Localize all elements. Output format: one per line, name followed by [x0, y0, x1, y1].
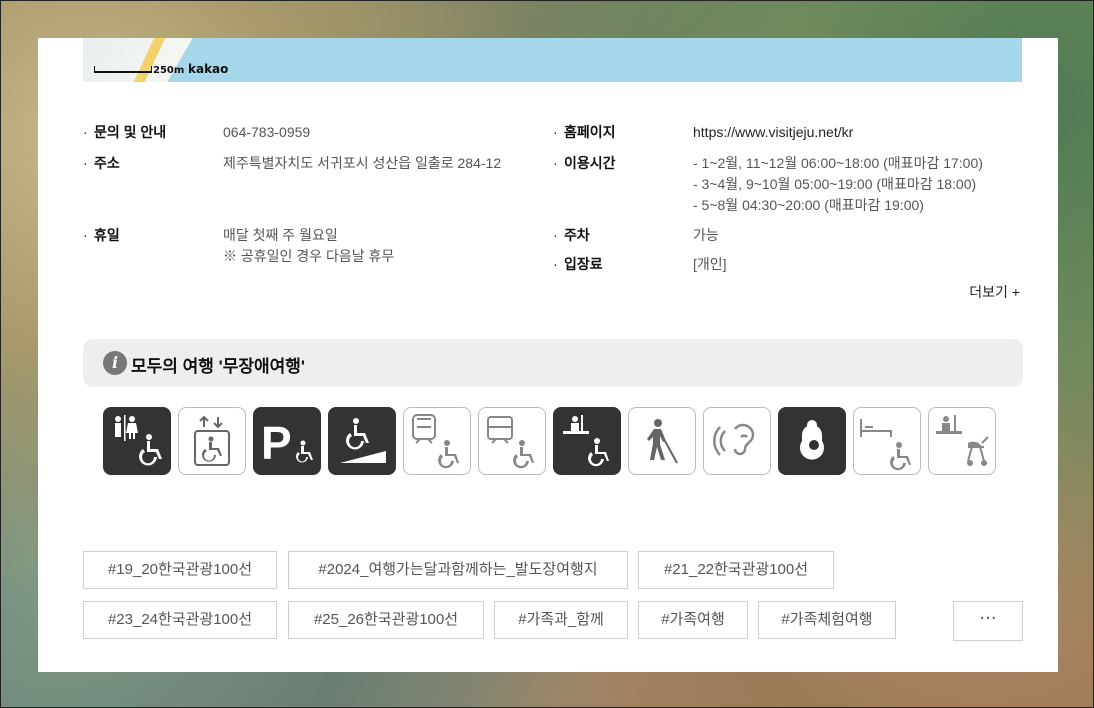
map-provider-logo: kakao	[188, 62, 229, 76]
accessibility-title: 모두의 여행 '무장애여행'	[131, 357, 305, 376]
tag-chip[interactable]: #25_26한국관광100선	[288, 601, 484, 639]
wheelchair-ramp-icon	[328, 407, 396, 475]
accessibility-header: i 모두의 여행 '무장애여행'	[83, 339, 1023, 387]
tags-more-button[interactable]: ···	[953, 601, 1023, 641]
accessible-elevator-icon	[178, 407, 246, 475]
accessible-bus-icon	[478, 407, 546, 475]
tag-chip[interactable]: #2024_여행가는달과함께하는_발도장여행지	[288, 551, 628, 589]
accessible-subway-icon	[403, 407, 471, 475]
tag-chip[interactable]: #21_22한국관광100선	[638, 551, 834, 589]
accessible-parking-icon: P	[253, 407, 321, 475]
visual-impairment-icon	[628, 407, 696, 475]
tag-chip[interactable]: #19_20한국관광100선	[83, 551, 277, 589]
accessibility-icon-list: P	[103, 407, 1003, 477]
map-scale-label: 250m	[153, 65, 185, 76]
map-view[interactable]: 250m kakao	[83, 38, 1022, 82]
background-map-image: 250m kakao · 문의 및 안내 064-783-0959 · 주소 제…	[0, 0, 1094, 708]
homepage-link[interactable]: https://www.visitjeju.net/kr	[693, 122, 853, 143]
info-table: · 문의 및 안내 064-783-0959 · 주소 제주특별자치도 서귀포시…	[83, 122, 983, 272]
accessible-ticket-counter-icon	[553, 407, 621, 475]
hearing-impairment-icon	[703, 407, 771, 475]
accessible-restroom-icon	[103, 407, 171, 475]
tag-chip[interactable]: #가족과_함께	[494, 601, 628, 639]
stroller-rental-icon	[928, 407, 996, 475]
nursing-room-icon	[778, 407, 846, 475]
accessible-room-icon	[853, 407, 921, 475]
map-scale-bar	[94, 66, 152, 73]
tag-chip[interactable]: #가족체험여행	[758, 601, 896, 639]
info-icon: i	[103, 351, 127, 375]
tag-chip[interactable]: #23_24한국관광100선	[83, 601, 277, 639]
detail-card: 250m kakao · 문의 및 안내 064-783-0959 · 주소 제…	[38, 38, 1058, 672]
tag-chip[interactable]: #가족여행	[638, 601, 748, 639]
more-button[interactable]: 더보기 +	[969, 282, 1020, 302]
svg-text:P: P	[261, 417, 292, 469]
